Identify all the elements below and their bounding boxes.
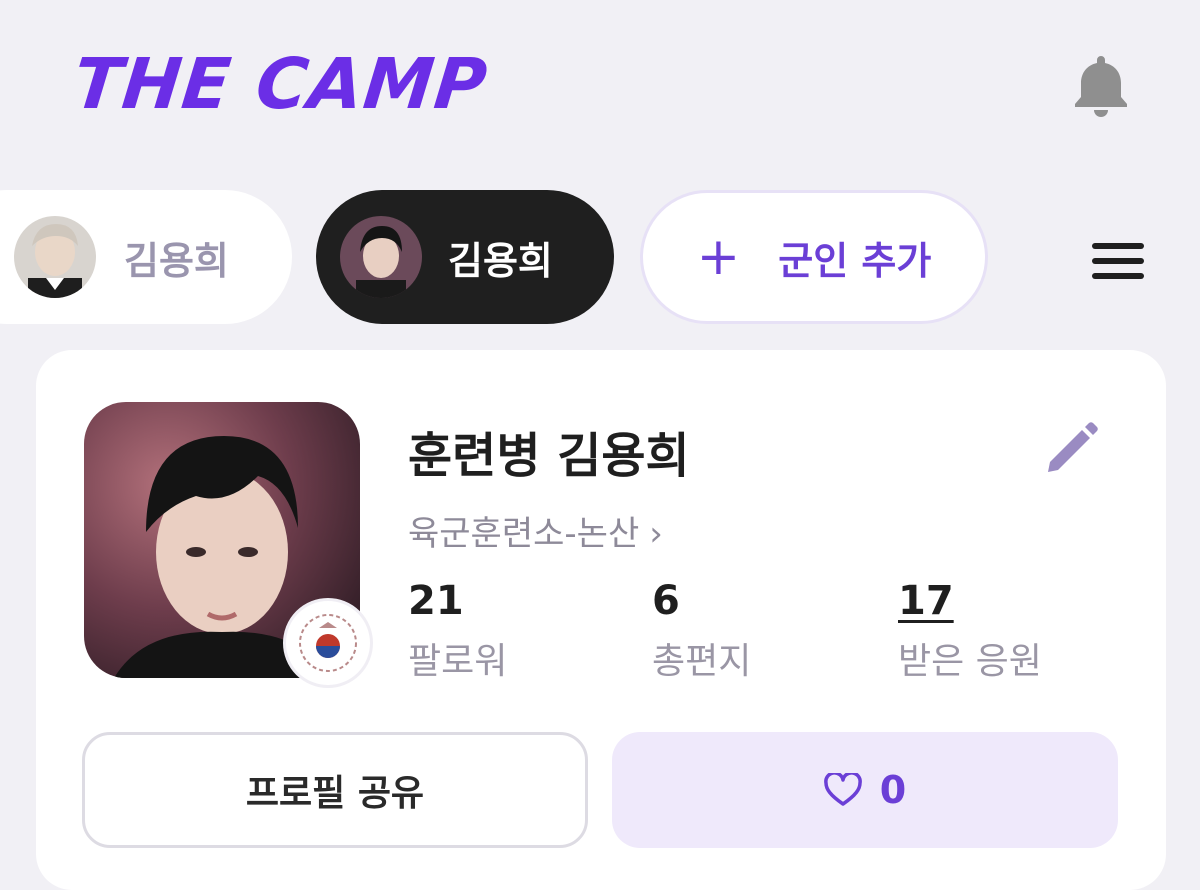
soldier-tab-label: 김용희 [124,238,229,283]
stat-value[interactable]: 17 [898,576,1042,626]
add-soldier-label: 군인 추가 [778,238,932,283]
soldier-tab-label: 김용희 [448,238,553,283]
stat-followers: 21 팔로워 [408,576,507,684]
add-soldier-button[interactable]: + 군인 추가 [640,190,988,324]
edit-pencil-icon[interactable] [1040,416,1104,480]
unit-name: 육군훈련소-논산 [408,514,640,554]
like-count: 0 [879,768,907,812]
army-emblem-icon [283,598,373,688]
stat-value: 21 [408,578,464,624]
bell-icon[interactable] [1070,52,1132,118]
hamburger-menu-icon[interactable] [1092,243,1144,279]
heart-icon [823,773,862,806]
soldier-tab-1[interactable]: 김용희 [0,190,292,324]
app-logo: THE CAMP [69,43,492,125]
stat-cheers[interactable]: 17 받은 응원 [898,576,1042,684]
stat-label: 받은 응원 [898,641,1042,682]
stat-value: 6 [652,578,680,624]
soldier-avatar [14,216,96,298]
plus-icon: + [696,227,741,287]
stat-label: 총편지 [652,641,752,682]
like-button[interactable]: 0 [612,732,1118,848]
soldier-tab-2[interactable]: 김용희 [316,190,614,324]
chevron-right-icon: › [649,514,663,554]
stat-label: 팔로워 [408,641,508,682]
unit-link[interactable]: 육군훈련소-논산 › [408,506,663,555]
soldier-avatar [340,216,422,298]
soldier-name: 훈련병 김용희 [408,428,690,484]
stat-letters: 6 총편지 [652,576,751,684]
share-profile-button[interactable]: 프로필 공유 [82,732,588,848]
